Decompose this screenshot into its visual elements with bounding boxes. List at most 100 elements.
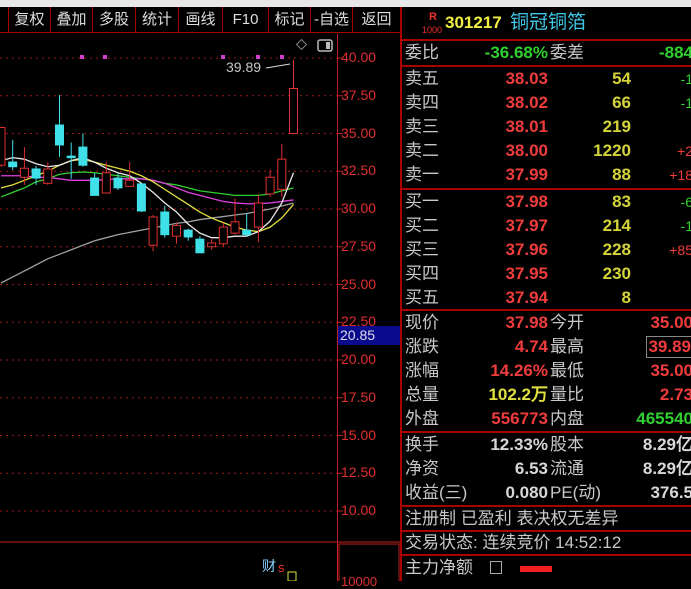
candle[interactable] <box>218 222 228 247</box>
stat-label: 涨跌 <box>405 337 439 356</box>
candle[interactable] <box>125 162 135 187</box>
signal-dot <box>280 55 284 59</box>
stat-row: 外盘 556773 内盘 465540 <box>402 407 691 431</box>
stat-value: 2.73 <box>659 385 691 404</box>
candle[interactable] <box>55 94 64 157</box>
kline-chart[interactable]: 39.89 财 s <box>0 34 400 581</box>
level-volume: 219 <box>602 117 631 136</box>
stat-value: 39.89 <box>646 336 691 358</box>
candle-body <box>113 177 123 189</box>
stat-value: 37.98 <box>505 313 548 332</box>
toolbar-remove-watchlist[interactable]: -自选 <box>311 7 353 33</box>
candle[interactable] <box>183 228 193 241</box>
stock-tags: 注册制 已盈利 表决权无差异 <box>402 507 691 531</box>
candle[interactable] <box>242 213 252 237</box>
candle-body <box>90 177 100 196</box>
level-volume: 8 <box>621 288 631 307</box>
diamond-icon[interactable] <box>295 38 308 51</box>
fund-label: 股本 <box>550 435 584 454</box>
weibi-row: 委比 -36.68% 委差 -884 <box>402 41 691 65</box>
price-axis-label: 35.00 <box>341 124 377 141</box>
candle-body <box>55 124 64 146</box>
candle[interactable] <box>289 59 298 134</box>
candle-body <box>207 242 217 248</box>
stat-value: 102.2万 <box>488 385 548 404</box>
price-axis-label: 15.00 <box>341 426 377 443</box>
level-volume: 228 <box>602 240 631 259</box>
candle[interactable] <box>78 133 88 167</box>
weicha-value: -884 <box>658 43 691 62</box>
price-axis-label: 25.00 <box>341 275 377 292</box>
level-change: -6 <box>680 194 691 210</box>
candle[interactable] <box>8 139 18 171</box>
candle[interactable] <box>31 165 41 185</box>
panel-toggle-icon[interactable] <box>317 39 333 52</box>
candle[interactable] <box>90 172 100 196</box>
window-top-bar <box>0 0 691 7</box>
toolbar-back[interactable]: 返回 <box>353 7 400 33</box>
candle[interactable] <box>230 198 240 235</box>
candle[interactable] <box>265 169 275 197</box>
bid-row: 买三 37.96 228 +85 <box>402 238 691 262</box>
toolbar-draw-line[interactable]: 画线 <box>179 7 223 33</box>
candle-body <box>148 216 158 246</box>
stat-label: 最低 <box>550 361 584 380</box>
candle[interactable] <box>160 205 170 238</box>
toolbar-stats[interactable]: 统计 <box>136 7 179 33</box>
weibi-label: 委比 <box>405 43 439 62</box>
level-price: 37.97 <box>505 216 548 235</box>
quote-panel: R 1000 301217 铜冠铜箔 委比 -36.68% 委差 -884 卖五… <box>400 7 691 581</box>
ma60-line <box>0 202 294 284</box>
candle[interactable] <box>172 222 181 244</box>
stat-row: 现价 37.98 今开 35.00 <box>402 311 691 335</box>
level-price: 37.99 <box>505 165 548 184</box>
level-volume: 88 <box>612 165 631 184</box>
status-text: 交易状态: 连续竞价 14:52:12 <box>405 533 622 552</box>
level-price: 37.96 <box>505 240 548 259</box>
fund-value: 12.33% <box>490 435 548 454</box>
candle-body <box>19 167 29 178</box>
signal-dot <box>221 55 225 59</box>
toolbar-fuquan[interactable]: 复权 <box>9 7 51 33</box>
candle-body <box>277 158 287 190</box>
stat-label: 内盘 <box>550 409 584 428</box>
toolbar-overlay[interactable]: 叠加 <box>51 7 93 33</box>
candle[interactable] <box>195 236 205 254</box>
list-icon[interactable] <box>490 561 502 574</box>
candle-body <box>230 221 240 234</box>
level-change: -1 <box>680 218 691 234</box>
candle[interactable] <box>136 183 146 213</box>
ask-row: 卖五 38.03 54 -1 <box>402 67 691 91</box>
toolbar-multi-stock[interactable]: 多股 <box>93 7 136 33</box>
day-marker-icon <box>287 571 297 581</box>
toolbar-f10[interactable]: F10 <box>223 7 269 33</box>
level-label: 买四 <box>405 264 439 283</box>
stat-label: 总量 <box>405 385 439 404</box>
level-volume: 66 <box>612 93 631 112</box>
toolbar-mark[interactable]: 标记 <box>269 7 311 33</box>
candle-body <box>160 211 170 236</box>
volume-axis-label: 10000 <box>341 574 378 589</box>
price-axis-label: 40.00 <box>341 49 377 65</box>
main-net-row: 主力净额 <box>402 556 691 580</box>
candle[interactable] <box>277 144 287 197</box>
candle[interactable] <box>148 215 158 252</box>
fund-value: 8.29亿 <box>642 435 691 454</box>
candle[interactable] <box>0 126 6 167</box>
fund-label: PE(动) <box>550 483 601 502</box>
stat-value: 4.74 <box>514 337 548 356</box>
fund-label: 收益(三) <box>405 483 468 502</box>
fund-label: 换手 <box>405 435 439 454</box>
candle-body <box>195 238 205 254</box>
candle-body <box>218 226 228 245</box>
candle[interactable] <box>207 239 217 250</box>
finance-flag-icon: s <box>278 560 285 575</box>
weicha-label: 委差 <box>550 43 584 62</box>
candle[interactable] <box>253 194 263 243</box>
price-axis-label: 12.50 <box>341 464 377 481</box>
bid-row: 买一 37.98 83 -6 <box>402 190 691 214</box>
ask-row: 卖二 38.00 1220 +2 <box>402 139 691 163</box>
finance-marker[interactable]: 财 <box>262 558 276 574</box>
level-price: 38.01 <box>505 117 548 136</box>
level-volume: 54 <box>612 69 631 88</box>
